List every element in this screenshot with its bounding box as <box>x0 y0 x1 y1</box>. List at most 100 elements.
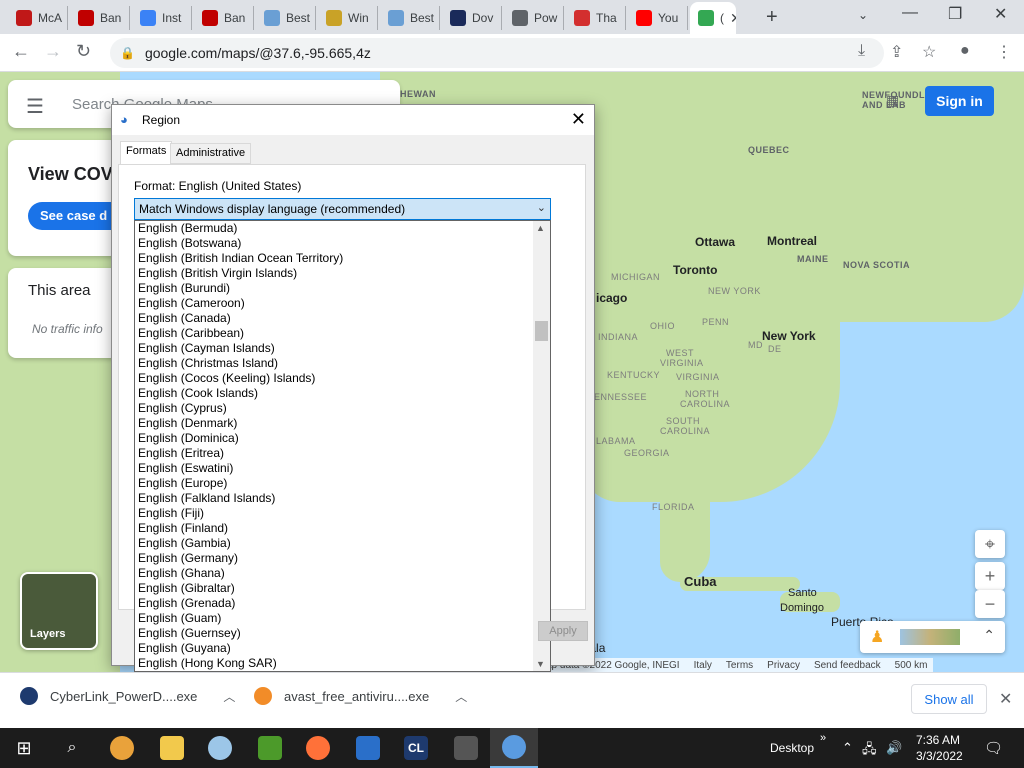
sign-in-button[interactable]: Sign in <box>925 86 994 116</box>
chrome-menu-icon[interactable]: ⋮ <box>996 42 1012 62</box>
taskbar-cyberlink[interactable]: CL <box>392 728 440 768</box>
dropdown-option[interactable]: English (Botswana) <box>135 236 550 251</box>
dropdown-option[interactable]: English (Burundi) <box>135 281 550 296</box>
dropdown-option[interactable]: English (Cook Islands) <box>135 386 550 401</box>
dropdown-option[interactable]: English (British Indian Ocean Territory) <box>135 251 550 266</box>
taskbar-clapper[interactable] <box>442 728 490 768</box>
double-chevron-icon[interactable]: » <box>820 732 826 744</box>
dropdown-option[interactable]: English (British Virgin Islands) <box>135 266 550 281</box>
forward-arrow-icon[interactable]: → <box>44 41 62 62</box>
dropdown-option[interactable]: English (Canada) <box>135 311 550 326</box>
tab-4[interactable]: Best <box>256 6 316 30</box>
bookmark-star-icon[interactable]: ☆ <box>922 42 936 62</box>
tab-administrative[interactable]: Administrative <box>170 143 252 164</box>
scrollbar-thumb[interactable] <box>535 321 548 341</box>
dropdown-option[interactable]: English (Bermuda) <box>135 221 550 236</box>
dropdown-option[interactable]: English (Germany) <box>135 551 550 566</box>
minimize-icon[interactable]: — <box>902 4 918 22</box>
dropdown-option[interactable]: English (Cocos (Keeling) Islands) <box>135 371 550 386</box>
chevron-up-icon[interactable]: ︿ <box>223 688 235 705</box>
download-item-1[interactable]: avast_free_antiviru....exe ︿ <box>254 687 467 705</box>
format-combobox[interactable]: Match Windows display language (recommen… <box>134 198 551 220</box>
dropdown-option[interactable]: English (Fiji) <box>135 506 550 521</box>
footer-item[interactable]: Italy <box>694 660 712 671</box>
volume-icon[interactable]: 🔊 <box>886 740 902 756</box>
clock-date[interactable]: 3/3/2022 <box>916 749 963 763</box>
see-cases-button[interactable]: See case d <box>28 202 118 230</box>
clock-time[interactable]: 7:36 AM <box>916 733 960 747</box>
profile-avatar-icon[interactable]: ● <box>960 42 970 60</box>
dropdown-option[interactable]: English (Cyprus) <box>135 401 550 416</box>
tab-10[interactable]: You <box>628 6 688 30</box>
dialog-close-icon[interactable]: ✕ <box>571 109 586 130</box>
dropdown-option[interactable]: English (Guyana) <box>135 641 550 656</box>
tab-5[interactable]: Win <box>318 6 378 30</box>
taskbar-firefox[interactable] <box>294 728 342 768</box>
scroll-up-icon[interactable]: ▲ <box>536 223 545 233</box>
dropdown-option[interactable]: English (Grenada) <box>135 596 550 611</box>
chevron-up-icon[interactable]: ︿ <box>455 688 467 705</box>
tab-9[interactable]: Tha <box>566 6 626 30</box>
dropdown-option[interactable]: English (Eritrea) <box>135 446 550 461</box>
tab-11[interactable]: (✕ <box>690 2 736 34</box>
restore-icon[interactable]: ❐ <box>948 4 962 24</box>
dropdown-option[interactable]: English (Cameroon) <box>135 296 550 311</box>
taskbar-video[interactable] <box>344 728 392 768</box>
dropdown-option[interactable]: English (Caribbean) <box>135 326 550 341</box>
dropdown-scrollbar[interactable]: ▲ ▼ <box>533 221 550 671</box>
start-button[interactable]: ⊞ <box>0 728 48 768</box>
tab-6[interactable]: Best <box>380 6 440 30</box>
footer-item[interactable]: Privacy <box>767 660 800 671</box>
dropdown-option[interactable]: English (Cayman Islands) <box>135 341 550 356</box>
back-arrow-icon[interactable]: ← <box>12 41 30 62</box>
expand-chevron-icon[interactable]: ⌃ <box>983 627 995 644</box>
dropdown-option[interactable]: English (Guam) <box>135 611 550 626</box>
taskbar-region[interactable] <box>490 728 538 768</box>
dropdown-option[interactable]: English (Denmark) <box>135 416 550 431</box>
tab-3[interactable]: Ban <box>194 6 254 30</box>
address-bar[interactable]: 🔒 google.com/maps/@37.6,-95.665,4z <box>110 38 884 68</box>
tab-search-chevron-icon[interactable]: ⌄ <box>858 8 868 22</box>
dropdown-option[interactable]: English (Gibraltar) <box>135 581 550 596</box>
taskbar-explorer[interactable] <box>148 728 196 768</box>
dropdown-option[interactable]: English (Guernsey) <box>135 626 550 641</box>
pegman-icon[interactable]: ♟ <box>870 627 884 647</box>
taskbar-chrome[interactable] <box>98 728 146 768</box>
reload-icon[interactable]: ↻ <box>76 41 91 62</box>
dropdown-option[interactable]: English (Europe) <box>135 476 550 491</box>
apply-button[interactable]: Apply <box>538 621 588 641</box>
layers-button[interactable]: Layers <box>20 572 98 650</box>
tab-formats[interactable]: Formats <box>120 141 173 165</box>
download-item-0[interactable]: CyberLink_PowerD....exe ︿ <box>20 687 235 705</box>
tray-chevron-icon[interactable]: ⌃ <box>842 740 853 756</box>
taskbar-app[interactable] <box>246 728 294 768</box>
shelf-close-icon[interactable]: ✕ <box>999 689 1012 709</box>
share-icon[interactable]: ⇪ <box>890 42 903 62</box>
my-location-icon[interactable]: ⌖ <box>975 530 1005 558</box>
tab-7[interactable]: Dov <box>442 6 502 30</box>
desktop-toolbar-label[interactable]: Desktop <box>770 741 814 755</box>
dropdown-option[interactable]: English (Eswatini) <box>135 461 550 476</box>
tab-2[interactable]: Inst <box>132 6 192 30</box>
tab-close-icon[interactable]: ✕ <box>730 10 736 27</box>
dropdown-option[interactable]: English (Christmas Island) <box>135 356 550 371</box>
footer-item[interactable]: Terms <box>726 660 753 671</box>
apps-grid-icon[interactable]: ▦ <box>886 92 899 109</box>
new-tab-icon[interactable]: + <box>766 6 778 29</box>
network-icon[interactable]: 🖧 <box>862 740 877 762</box>
footer-item[interactable]: Send feedback <box>814 660 881 671</box>
scroll-down-icon[interactable]: ▼ <box>536 659 545 669</box>
notification-icon[interactable]: 🗨 <box>984 739 1003 757</box>
street-view-bar[interactable]: ♟ ⌃ <box>860 621 1005 653</box>
dropdown-option[interactable]: English (Ghana) <box>135 566 550 581</box>
dropdown-option[interactable]: English (Gambia) <box>135 536 550 551</box>
zoom-in-button[interactable]: + <box>975 562 1005 590</box>
imagery-thumbnails[interactable] <box>900 629 960 645</box>
taskbar-paint[interactable] <box>196 728 244 768</box>
tab-8[interactable]: Pow <box>504 6 564 30</box>
dropdown-option[interactable]: English (Falkland Islands) <box>135 491 550 506</box>
search-button[interactable]: ⌕ <box>48 728 96 768</box>
show-all-button[interactable]: Show all <box>911 684 987 714</box>
dropdown-option[interactable]: English (Finland) <box>135 521 550 536</box>
window-close-icon[interactable]: ✕ <box>994 4 1007 24</box>
